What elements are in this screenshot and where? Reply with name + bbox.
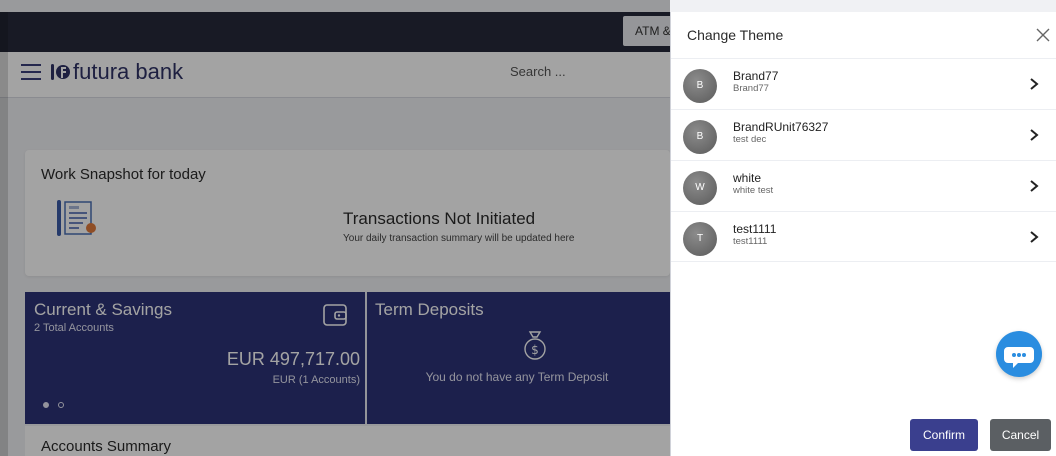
theme-list: B Brand77 Brand77 B BrandRUnit76327 test… (671, 58, 1056, 262)
chat-bubble-icon (1004, 347, 1034, 368)
theme-name: Brand77 (733, 69, 779, 83)
cancel-button[interactable]: Cancel (990, 419, 1051, 451)
confirm-button[interactable]: Confirm (910, 419, 978, 451)
theme-description: white test (733, 185, 774, 196)
theme-name: BrandRUnit76327 (733, 120, 829, 134)
change-theme-drawer: Change Theme B Brand77 Brand77 B BrandRU… (670, 12, 1056, 456)
avatar: T (683, 222, 717, 256)
theme-item-white[interactable]: W white white test (671, 160, 1056, 211)
chevron-right-icon[interactable] (1029, 77, 1039, 91)
theme-item-brandrunit76327[interactable]: B BrandRUnit76327 test dec (671, 109, 1056, 160)
theme-description: test1111 (733, 236, 768, 247)
theme-name: test1111 (733, 222, 777, 236)
theme-item-brand77[interactable]: B Brand77 Brand77 (671, 58, 1056, 109)
theme-description: Brand77 (733, 83, 769, 94)
theme-item-test1111[interactable]: T test1111 test1111 (671, 211, 1056, 262)
avatar: B (683, 69, 717, 103)
chevron-right-icon[interactable] (1029, 230, 1039, 244)
avatar: B (683, 120, 717, 154)
close-icon[interactable] (1035, 27, 1051, 43)
avatar: W (683, 171, 717, 205)
modal-backdrop[interactable] (0, 0, 670, 456)
left-edge-shade (0, 12, 8, 456)
drawer-title: Change Theme (687, 27, 784, 43)
chevron-right-icon[interactable] (1029, 179, 1039, 193)
theme-description: test dec (733, 134, 767, 145)
chevron-right-icon[interactable] (1029, 128, 1039, 142)
chatbot-button[interactable] (996, 331, 1042, 377)
theme-name: white (733, 171, 762, 185)
